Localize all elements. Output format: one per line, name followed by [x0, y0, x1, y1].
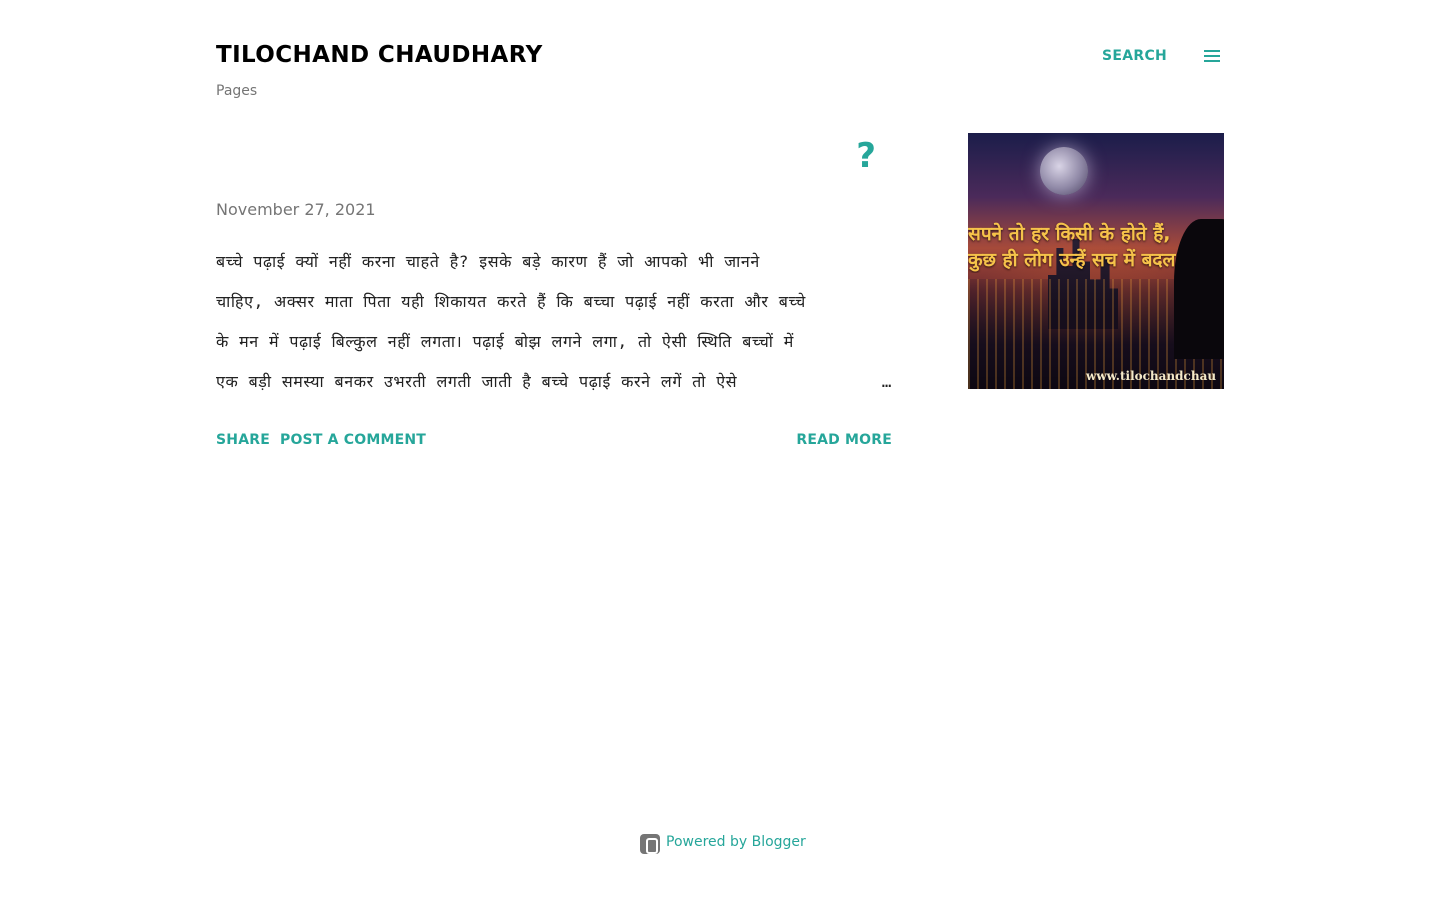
hamburger-menu-icon[interactable] — [1201, 46, 1223, 66]
blogger-icon — [640, 834, 660, 854]
post-comment-button[interactable]: POST A COMMENT — [280, 432, 426, 448]
thumbnail-caption: सपने तो हर किसी के होते हैं, कुछ ही लोग … — [968, 221, 1224, 273]
snippet-line: के मन में पढ़ाई बिल्कुल नहीं लगता। पढ़ाई… — [216, 332, 794, 351]
post-thumbnail[interactable]: सपने तो हर किसी के होते हैं, कुछ ही लोग … — [968, 133, 1224, 389]
snippet-line: एक बड़ी समस्या बनकर उभरती लगती जाती है ब… — [216, 362, 892, 402]
moon-image — [1040, 147, 1088, 195]
snippet-line-text: एक बड़ी समस्या बनकर उभरती लगती जाती है ब… — [216, 372, 738, 391]
blog-header: TILOCHAND CHAUDHARY SEARCH Pages — [216, 40, 1224, 110]
caption-line: कुछ ही लोग उन्हें सच में बदल — [968, 249, 1176, 271]
share-button[interactable]: SHARE — [216, 432, 270, 448]
snippet-line: बच्चे पढ़ाई क्यों नहीं करना चाहते है? इस… — [216, 252, 760, 271]
post-footer: SHARE POST A COMMENT READ MORE — [216, 432, 892, 452]
read-more-button[interactable]: READ MORE — [796, 432, 892, 448]
post-title[interactable]: ? — [216, 134, 876, 178]
post-date[interactable]: November 27, 2021 — [216, 200, 376, 219]
snippet-ellipsis: … — [841, 362, 892, 402]
snippet-line: चाहिए, अक्सर माता पिता यही शिकायत करते ह… — [216, 292, 806, 311]
blog-title[interactable]: TILOCHAND CHAUDHARY — [216, 42, 543, 68]
search-button[interactable]: SEARCH — [1102, 48, 1167, 64]
caption-line: सपने तो हर किसी के होते हैं, — [968, 223, 1171, 245]
post-snippet: बच्चे पढ़ाई क्यों नहीं करना चाहते है? इस… — [216, 242, 892, 402]
thumbnail-url: www.tilochandchau — [1086, 369, 1217, 383]
pages-link[interactable]: Pages — [216, 83, 257, 99]
powered-by-text: Powered by Blogger — [666, 834, 806, 850]
